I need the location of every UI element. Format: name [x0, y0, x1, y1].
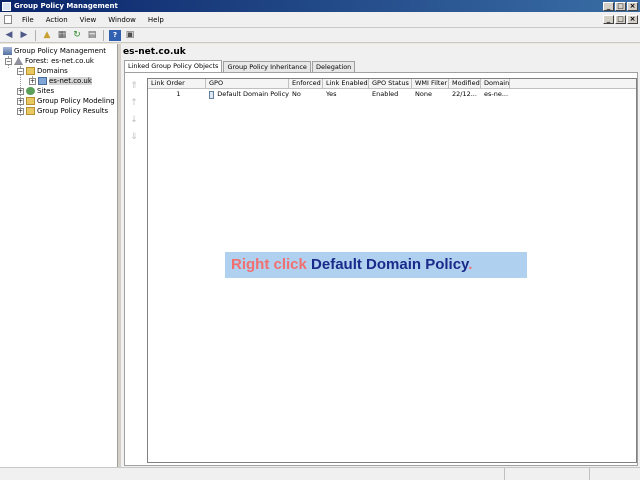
refresh-icon[interactable]: ↻: [71, 30, 83, 41]
cell-enforced: No: [292, 90, 301, 98]
cell-gpo[interactable]: Default Domain Policy: [206, 89, 289, 100]
toolbar-separator: [103, 29, 104, 41]
status-cell: [505, 468, 590, 480]
cell-domain: es-ne...: [484, 90, 509, 98]
move-down-icon[interactable]: ↓: [128, 115, 140, 127]
folder-icon: [26, 67, 35, 75]
modeling-icon: [26, 97, 35, 105]
menu-view[interactable]: View: [74, 16, 103, 24]
sites-icon: [26, 87, 35, 95]
table-header: Link Order GPO Enforced Link Enabled GPO…: [148, 79, 636, 89]
child-minimize-button[interactable]: _: [603, 15, 614, 24]
menu-action[interactable]: Action: [40, 16, 74, 24]
window-controls: _ □ ×: [603, 1, 638, 11]
tree-item-domains[interactable]: − Domains: [17, 66, 68, 76]
callout-period: .: [468, 256, 473, 273]
column-header-modified[interactable]: Modified: [449, 79, 481, 88]
child-window-controls: _ □ ×: [603, 15, 638, 24]
tree-item-modeling[interactable]: + Group Policy Modeling: [17, 96, 115, 106]
move-up-icon[interactable]: ↑: [128, 98, 140, 110]
column-header-gpo-status[interactable]: GPO Status: [369, 79, 412, 88]
console-document-icon[interactable]: [4, 15, 12, 24]
tab-inheritance[interactable]: Group Policy Inheritance: [223, 61, 311, 72]
callout-target: Default Domain Policy: [311, 256, 469, 273]
callout-action: Right click: [231, 256, 312, 273]
gpo-link-icon: [209, 90, 215, 99]
toolbar-separator: [35, 29, 36, 41]
window-title: Group Policy Management: [14, 2, 118, 10]
app-icon: [2, 1, 11, 11]
column-header-domain[interactable]: Domain: [481, 79, 510, 88]
table-row[interactable]: 1 Default Domain Policy No Yes Enabled N…: [148, 89, 636, 100]
help-icon[interactable]: ?: [109, 29, 121, 41]
console-tree: Group Policy Management − Forest: es-net…: [0, 44, 118, 467]
tree-item-results[interactable]: + Group Policy Results: [17, 106, 108, 116]
link-order-buttons: ⇑ ↑ ↓ ⇓: [128, 81, 143, 149]
instruction-callout: Right click Default Domain Policy.: [225, 252, 527, 278]
status-cell: [0, 468, 505, 480]
move-bottom-icon[interactable]: ⇓: [128, 132, 140, 144]
group-policy-management-icon: [3, 47, 12, 55]
menu-window[interactable]: Window: [102, 16, 142, 24]
tab-delegation[interactable]: Delegation: [311, 61, 356, 72]
tab-linked-gpos[interactable]: Linked Group Policy Objects: [124, 60, 223, 72]
cell-wmi-filter: None: [415, 90, 432, 98]
results-icon: [26, 107, 35, 115]
status-cell: [590, 468, 640, 480]
maximize-button[interactable]: □: [615, 1, 626, 11]
gpo-name: Default Domain Policy: [217, 90, 289, 98]
menu-file[interactable]: File: [16, 16, 40, 24]
forward-arrow-icon[interactable]: ▶: [18, 30, 30, 41]
expand-icon[interactable]: +: [17, 87, 24, 95]
cell-gpo-status: Enabled: [372, 90, 399, 98]
title-bar: Group Policy Management _ □ ×: [0, 0, 640, 12]
tree-item-forest[interactable]: − Forest: es-net.co.uk: [5, 56, 94, 66]
cell-link-enabled: Yes: [326, 90, 337, 98]
column-header-gpo[interactable]: GPO: [206, 79, 289, 88]
up-folder-icon[interactable]: ▲: [41, 30, 53, 41]
column-header-link-order[interactable]: Link Order: [148, 79, 206, 88]
child-close-button[interactable]: ×: [627, 15, 638, 24]
tab-strip: Linked Group Policy Objects Group Policy…: [124, 60, 356, 72]
column-header-link-enabled[interactable]: Link Enabled: [323, 79, 369, 88]
status-bar: [0, 467, 640, 480]
close-button[interactable]: ×: [627, 1, 638, 11]
export-list-icon[interactable]: ▤: [86, 30, 98, 41]
minimize-button[interactable]: _: [603, 1, 614, 11]
cell-modified: 22/12...: [452, 90, 477, 98]
move-top-icon[interactable]: ⇑: [128, 81, 140, 93]
expand-icon[interactable]: +: [17, 107, 24, 115]
properties-icon[interactable]: ▣: [124, 30, 136, 41]
menu-help[interactable]: Help: [142, 16, 170, 24]
expand-icon[interactable]: +: [29, 77, 36, 85]
menu-bar: File Action View Window Help _ □ ×: [0, 12, 640, 28]
back-arrow-icon[interactable]: ◀: [3, 30, 15, 41]
toolbar: ◀ ▶ ▲ ▦ ↻ ▤ ? ▣: [0, 28, 640, 43]
column-header-enforced[interactable]: Enforced: [289, 79, 323, 88]
page-title: es-net.co.uk: [123, 47, 186, 57]
domain-icon: [38, 77, 47, 85]
tree-item-gpm-root[interactable]: Group Policy Management: [3, 46, 106, 56]
collapse-icon[interactable]: −: [17, 67, 24, 75]
collapse-icon[interactable]: −: [5, 57, 12, 65]
show-hide-tree-icon[interactable]: ▦: [56, 30, 68, 41]
column-header-wmi-filter[interactable]: WMI Filter: [412, 79, 449, 88]
forest-icon: [14, 57, 23, 65]
tree-item-sites[interactable]: + Sites: [17, 86, 54, 96]
child-restore-button[interactable]: □: [615, 15, 626, 24]
cell-link-order: 1: [176, 90, 181, 98]
expand-icon[interactable]: +: [17, 97, 24, 105]
tree-item-domain[interactable]: + es-net.co.uk: [29, 76, 92, 86]
